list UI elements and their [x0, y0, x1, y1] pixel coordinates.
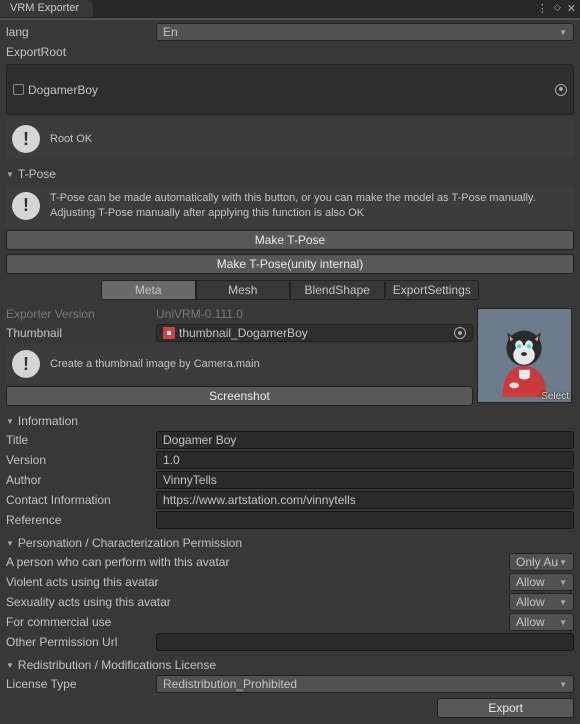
tab-mesh[interactable]: Mesh [196, 280, 291, 300]
permission-foldout[interactable]: ▼ Personation / Characterization Permiss… [2, 534, 578, 552]
author-input[interactable]: VinnyTells [156, 471, 574, 489]
reference-input[interactable] [156, 511, 574, 529]
title-label: Title [6, 433, 156, 447]
make-tpose-button[interactable]: Make T-Pose [6, 230, 574, 250]
sexual-dropdown[interactable]: Allow▼ [509, 593, 574, 611]
contact-input[interactable]: https://www.artstation.com/vinnytells [156, 491, 574, 509]
tab-blendshape[interactable]: BlendShape [290, 280, 385, 300]
chevron-down-icon: ▼ [559, 598, 567, 607]
window-tab[interactable]: VRM Exporter [0, 0, 93, 17]
contact-label: Contact Information [6, 493, 156, 507]
title-input[interactable]: Dogamer Boy [156, 431, 574, 449]
info-icon: ! [12, 350, 40, 378]
popout-icon[interactable]: ◇ [554, 2, 561, 15]
tpose-foldout[interactable]: ▼ T-Pose [2, 165, 578, 183]
violent-label: Violent acts using this avatar [6, 575, 509, 589]
version-label: Version [6, 453, 156, 467]
exporter-version-value: UniVRM-0.111.0 [156, 307, 243, 321]
lang-label: lang [6, 25, 156, 39]
licensetype-dropdown[interactable]: Redistribution_Prohibited▼ [156, 675, 574, 693]
object-picker-icon[interactable] [555, 84, 567, 96]
perform-dropdown[interactable]: Only Au▼ [509, 553, 574, 571]
license-foldout[interactable]: ▼ Redistribution / Modifications License [2, 656, 578, 674]
chevron-down-icon: ▼ [559, 578, 567, 587]
perform-label: A person who can perform with this avata… [6, 555, 509, 569]
reference-label: Reference [6, 513, 156, 527]
thumbnail-label: Thumbnail [6, 326, 156, 340]
information-foldout[interactable]: ▼ Information [2, 412, 578, 430]
thumbnail-hint: ! Create a thumbnail image by Camera.mai… [6, 344, 473, 384]
screenshot-button[interactable]: Screenshot [6, 386, 473, 406]
close-icon[interactable]: ✕ [567, 2, 576, 15]
avatar-thumbnail [478, 309, 571, 402]
chevron-down-icon: ▼ [6, 539, 14, 548]
otherurl-input[interactable] [156, 633, 574, 651]
export-button[interactable]: Export [437, 698, 574, 718]
info-icon: ! [12, 192, 40, 220]
chevron-down-icon: ▼ [559, 28, 567, 37]
make-tpose-internal-button[interactable]: Make T-Pose(unity internal) [6, 254, 574, 274]
menu-icon[interactable]: ⋮ [537, 2, 548, 15]
commercial-label: For commercial use [6, 615, 509, 629]
exportroot-field[interactable]: DogamerBoy [6, 64, 574, 115]
object-picker-icon[interactable] [454, 327, 466, 339]
chevron-down-icon: ▼ [6, 170, 14, 179]
thumbnail-preview[interactable]: Select [477, 308, 572, 403]
texture-icon [163, 327, 175, 339]
exporter-version-label: Exporter Version [6, 307, 156, 321]
author-label: Author [6, 473, 156, 487]
chevron-down-icon: ▼ [6, 417, 14, 426]
tpose-hint: ! T-Pose can be made automatically with … [6, 185, 574, 226]
gameobject-icon [13, 84, 24, 95]
chevron-down-icon: ▼ [6, 661, 14, 670]
violent-dropdown[interactable]: Allow▼ [509, 573, 574, 591]
chevron-down-icon: ▼ [559, 558, 567, 567]
otherurl-label: Other Permission Url [6, 635, 156, 649]
thumbnail-field[interactable]: thumbnail_DogamerBoy [156, 324, 473, 342]
licensetype-label: License Type [6, 677, 156, 691]
info-icon: ! [12, 125, 40, 153]
root-status-info: ! Root OK [6, 119, 574, 159]
tab-exportsettings[interactable]: ExportSettings [385, 280, 480, 300]
sexual-label: Sexuality acts using this avatar [6, 595, 509, 609]
commercial-dropdown[interactable]: Allow▼ [509, 613, 574, 631]
thumbnail-select-label: Select [541, 391, 569, 402]
tab-meta[interactable]: Meta [101, 280, 196, 300]
chevron-down-icon: ▼ [559, 680, 567, 689]
chevron-down-icon: ▼ [559, 618, 567, 627]
exportroot-label: ExportRoot [6, 45, 66, 59]
version-input[interactable]: 1.0 [156, 451, 574, 469]
lang-dropdown[interactable]: En ▼ [156, 23, 574, 41]
